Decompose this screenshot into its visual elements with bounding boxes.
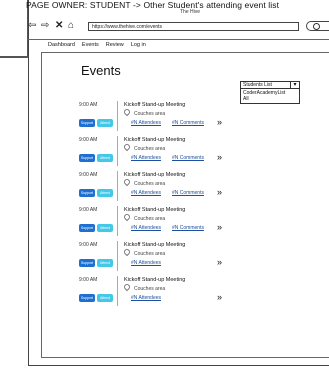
attendees-link[interactable]: #N Attendees bbox=[131, 295, 161, 301]
divider bbox=[117, 276, 118, 306]
event-row: 9:00 AM Kickoff Stand-up Meeting Couches… bbox=[79, 171, 239, 203]
more-chevron-icon[interactable]: » bbox=[217, 152, 222, 162]
divider bbox=[117, 241, 118, 271]
window-title: The Hive bbox=[180, 9, 201, 15]
attend-button[interactable]: Attend bbox=[97, 224, 113, 232]
attendees-link[interactable]: #N Attendees bbox=[131, 190, 161, 196]
location-pin-icon bbox=[122, 212, 132, 222]
divider bbox=[117, 206, 118, 236]
more-chevron-icon[interactable]: » bbox=[217, 257, 222, 267]
support-button[interactable]: Support bbox=[79, 119, 95, 127]
comments-link[interactable]: #N Comments bbox=[172, 190, 204, 196]
event-location: Couches area bbox=[122, 142, 165, 152]
location-pin-icon bbox=[122, 142, 132, 152]
main-nav: Dashboard Events Review Log in bbox=[48, 42, 146, 48]
location-pin-icon bbox=[122, 247, 132, 257]
more-chevron-icon[interactable]: » bbox=[217, 117, 222, 127]
search-icon bbox=[313, 23, 320, 30]
divider bbox=[117, 101, 118, 131]
location-pin-icon bbox=[122, 282, 132, 292]
page-title: Events bbox=[81, 63, 121, 78]
attendees-link[interactable]: #N Attendees bbox=[131, 225, 161, 231]
more-chevron-icon[interactable]: » bbox=[217, 187, 222, 197]
comments-link[interactable]: #N Comments bbox=[172, 120, 204, 126]
event-row: 9:00 AM Kickoff Stand-up Meeting Couches… bbox=[79, 136, 239, 168]
event-location: Couches area bbox=[122, 107, 165, 117]
more-chevron-icon[interactable]: » bbox=[217, 222, 222, 232]
event-row: 9:00 AM Kickoff Stand-up Meeting Couches… bbox=[79, 206, 239, 238]
event-title: Kickoff Stand-up Meeting bbox=[124, 242, 186, 248]
event-title: Kickoff Stand-up Meeting bbox=[124, 137, 186, 143]
location-pin-icon bbox=[122, 107, 132, 117]
divider bbox=[41, 357, 329, 358]
dropdown-option[interactable]: All bbox=[243, 96, 297, 102]
more-chevron-icon[interactable]: » bbox=[217, 292, 222, 302]
event-row: 9:00 AM Kickoff Stand-up Meeting Couches… bbox=[79, 101, 239, 133]
close-icon[interactable]: ✕ bbox=[55, 21, 63, 31]
comments-link[interactable]: #N Comments bbox=[172, 155, 204, 161]
outer-frame-left bbox=[0, 0, 28, 57]
event-time: 9:00 AM bbox=[79, 242, 98, 248]
attendees-link[interactable]: #N Attendees bbox=[131, 120, 161, 126]
divider bbox=[117, 171, 118, 201]
chevron-down-icon[interactable]: ▾ bbox=[290, 81, 299, 89]
event-location: Couches area bbox=[122, 282, 165, 292]
comments-link[interactable]: #N Comments bbox=[172, 225, 204, 231]
students-list-dropdown[interactable]: Students List ▾ CoderAcademyList All bbox=[240, 81, 300, 104]
forward-arrow-icon[interactable]: ⇨ bbox=[41, 21, 49, 31]
attendees-link[interactable]: #N Attendees bbox=[131, 260, 161, 266]
dropdown-selected[interactable]: Students List ▾ bbox=[240, 81, 300, 89]
event-row: 9:00 AM Kickoff Stand-up Meeting Couches… bbox=[79, 241, 239, 273]
attend-button[interactable]: Attend bbox=[97, 294, 113, 302]
browser-toolbar: The Hive ⇦ ⇨ ✕ ⌂ https://www.thehive.com… bbox=[28, 9, 329, 37]
attend-button[interactable]: Attend bbox=[97, 154, 113, 162]
event-title: Kickoff Stand-up Meeting bbox=[124, 172, 186, 178]
attend-button[interactable]: Attend bbox=[97, 259, 113, 267]
support-button[interactable]: Support bbox=[79, 294, 95, 302]
search-field[interactable] bbox=[306, 21, 329, 31]
url-input[interactable]: https://www.thehive.com/events bbox=[88, 22, 299, 31]
nav-login[interactable]: Log in bbox=[131, 42, 146, 48]
event-title: Kickoff Stand-up Meeting bbox=[124, 277, 186, 283]
event-title: Kickoff Stand-up Meeting bbox=[124, 207, 186, 213]
home-icon[interactable]: ⌂ bbox=[68, 21, 74, 31]
event-time: 9:00 AM bbox=[79, 102, 98, 108]
attend-button[interactable]: Attend bbox=[97, 189, 113, 197]
event-title: Kickoff Stand-up Meeting bbox=[124, 102, 186, 108]
event-time: 9:00 AM bbox=[79, 172, 98, 178]
event-location: Couches area bbox=[122, 212, 165, 222]
event-row: 9:00 AM Kickoff Stand-up Meeting Couches… bbox=[79, 276, 239, 308]
nav-review[interactable]: Review bbox=[106, 42, 124, 48]
support-button[interactable]: Support bbox=[79, 154, 95, 162]
event-time: 9:00 AM bbox=[79, 137, 98, 143]
support-button[interactable]: Support bbox=[79, 224, 95, 232]
attendees-link[interactable]: #N Attendees bbox=[131, 155, 161, 161]
support-button[interactable]: Support bbox=[79, 189, 95, 197]
event-location: Couches area bbox=[122, 177, 165, 187]
nav-events[interactable]: Events bbox=[82, 42, 99, 48]
location-pin-icon bbox=[122, 177, 132, 187]
event-location: Couches area bbox=[122, 247, 165, 257]
dropdown-options: CoderAcademyList All bbox=[240, 89, 300, 104]
divider bbox=[117, 136, 118, 166]
back-arrow-icon[interactable]: ⇦ bbox=[28, 21, 36, 31]
divider bbox=[28, 39, 329, 40]
event-time: 9:00 AM bbox=[79, 277, 98, 283]
event-time: 9:00 AM bbox=[79, 207, 98, 213]
support-button[interactable]: Support bbox=[79, 259, 95, 267]
frame-edge bbox=[0, 57, 28, 58]
attend-button[interactable]: Attend bbox=[97, 119, 113, 127]
nav-dashboard[interactable]: Dashboard bbox=[48, 42, 75, 48]
